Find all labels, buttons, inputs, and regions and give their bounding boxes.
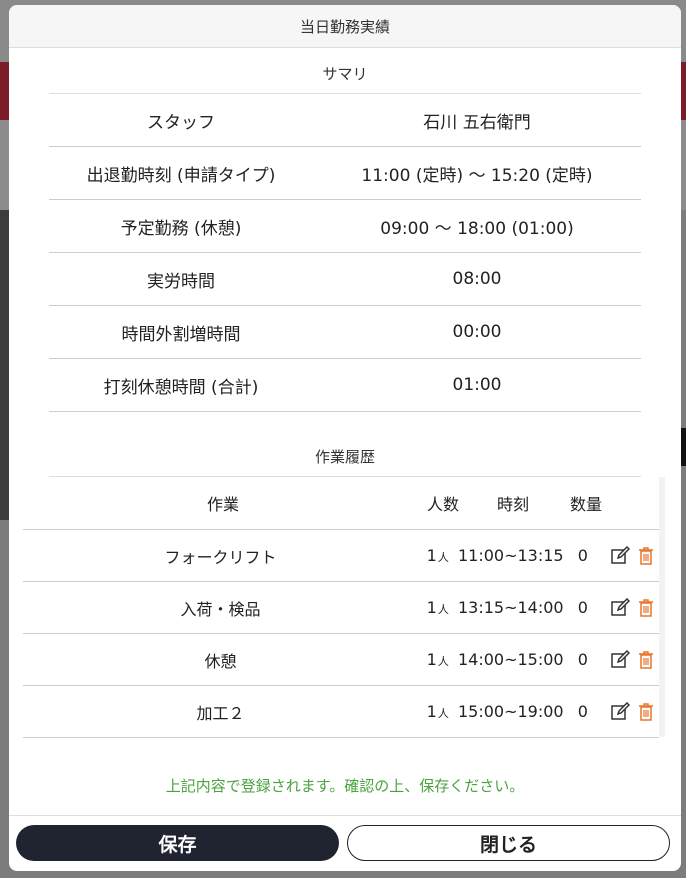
people-count: 1人: [426, 650, 449, 669]
edit-icon[interactable]: [610, 649, 630, 670]
summary-value: 09:00 〜 18:00 (01:00): [380, 218, 574, 239]
history-scrollbar[interactable]: [659, 477, 665, 737]
summary-value: 08:00: [452, 269, 502, 289]
save-button[interactable]: 保存: [16, 825, 339, 861]
people-unit: 人: [437, 707, 449, 720]
summary-label: スタッフ: [147, 112, 215, 133]
people-unit: 人: [437, 655, 449, 668]
trash-icon[interactable]: [636, 546, 656, 566]
modal-header: 当日勤務実績: [9, 5, 681, 48]
people-count: 1人: [426, 702, 449, 721]
row-actions: [602, 597, 659, 618]
task-name: 休憩: [204, 651, 237, 671]
trash-icon[interactable]: [636, 598, 656, 618]
summary-row: 予定勤務 (休憩) 09:00 〜 18:00 (01:00): [49, 200, 641, 253]
quantity: 0: [577, 702, 588, 721]
summary-row: 打刻休憩時間 (合計) 01:00: [49, 359, 641, 412]
summary-value: 00:00: [452, 322, 502, 342]
task-name: 加工２: [196, 703, 245, 723]
history-table: 作業 人数 時刻 数量 フォークリフト 1人 11:00~13:15 0 入荷・…: [23, 477, 665, 738]
summary-label: 時間外割増時間: [121, 324, 241, 345]
people-unit: 人: [437, 551, 449, 564]
people-count: 1人: [426, 546, 449, 565]
trash-icon[interactable]: [636, 702, 656, 722]
summary-value: 石川 五右衛門: [423, 112, 531, 133]
row-actions: [602, 701, 659, 722]
history-row: 加工２ 1人 15:00~19:00 0: [23, 686, 659, 738]
time-range: 14:00~15:00: [457, 650, 564, 669]
task-name: フォークリフト: [164, 547, 277, 567]
summary-row: 時間外割増時間 00:00: [49, 306, 641, 359]
row-actions: [602, 545, 659, 566]
column-header-qty: 数量: [569, 495, 602, 514]
history-row: フォークリフト 1人 11:00~13:15 0: [23, 530, 659, 582]
summary-label: 打刻休憩時間 (合計): [103, 377, 259, 398]
time-range: 15:00~19:00: [457, 702, 564, 721]
task-name: 入荷・検品: [180, 599, 261, 619]
column-header-people: 人数: [426, 495, 459, 514]
summary-section: サマリ スタッフ 石川 五右衛門 出退勤時刻 (申請タイプ) 11:00 (定時…: [49, 55, 641, 412]
confirmation-notice: 上記内容で登録されます。確認の上、保存ください。: [165, 777, 525, 795]
summary-row: スタッフ 石川 五右衛門: [49, 94, 641, 147]
history-header-row: 作業 人数 時刻 数量: [23, 477, 659, 530]
summary-row: 出退勤時刻 (申請タイプ) 11:00 (定時) 〜 15:20 (定時): [49, 147, 641, 200]
summary-label: 予定勤務 (休憩): [120, 218, 242, 239]
quantity: 0: [577, 598, 588, 617]
summary-label: 出退勤時刻 (申請タイプ): [86, 165, 276, 186]
trash-icon[interactable]: [636, 650, 656, 670]
close-button[interactable]: 閉じる: [347, 825, 670, 861]
quantity: 0: [577, 546, 588, 565]
work-record-modal: 当日勤務実績 サマリ スタッフ 石川 五右衛門 出退勤時刻 (申請タイプ) 11…: [9, 5, 681, 871]
edit-icon[interactable]: [610, 597, 630, 618]
history-row: 入荷・検品 1人 13:15~14:00 0: [23, 582, 659, 634]
column-header-time: 時刻: [496, 495, 529, 514]
summary-title: サマリ: [49, 55, 641, 94]
modal-title: 当日勤務実績: [299, 17, 390, 36]
summary-label: 実労時間: [147, 271, 215, 292]
summary-value: 11:00 (定時) 〜 15:20 (定時): [361, 165, 593, 186]
edit-icon[interactable]: [610, 701, 630, 722]
modal-footer: 保存 閉じる: [9, 815, 681, 871]
summary-value: 01:00: [452, 375, 502, 395]
people-count: 1人: [426, 598, 449, 617]
row-actions: [602, 649, 659, 670]
column-header-task: 作業: [206, 495, 239, 514]
summary-row: 実労時間 08:00: [49, 253, 641, 306]
quantity: 0: [577, 650, 588, 669]
time-range: 11:00~13:15: [457, 546, 564, 565]
edit-icon[interactable]: [610, 545, 630, 566]
history-title: 作業履歴: [49, 438, 641, 477]
history-row: 休憩 1人 14:00~15:00 0: [23, 634, 659, 686]
time-range: 13:15~14:00: [457, 598, 564, 617]
people-unit: 人: [437, 603, 449, 616]
